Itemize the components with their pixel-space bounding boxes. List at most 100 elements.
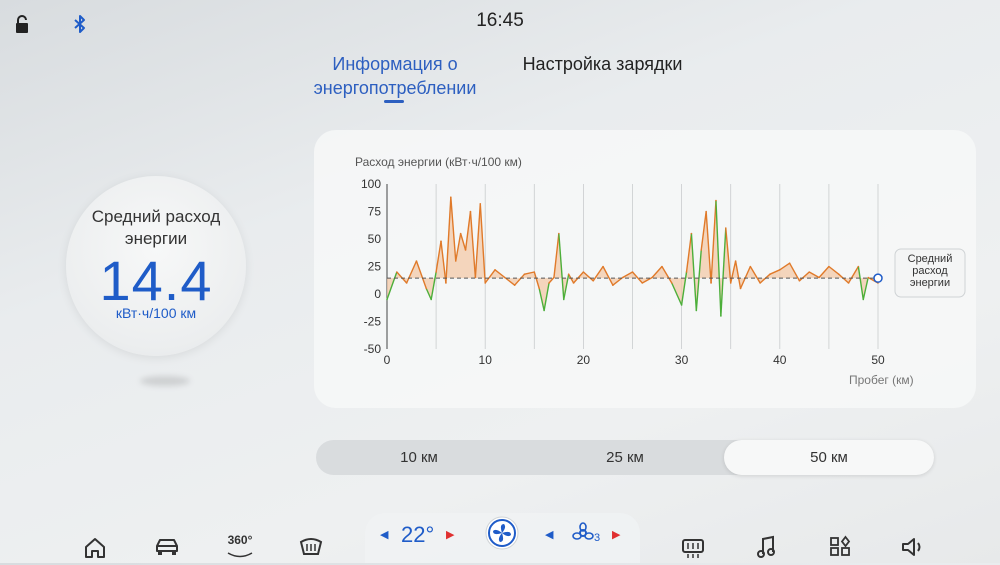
data-point <box>440 240 442 242</box>
active-tab-indicator <box>384 100 404 103</box>
data-point <box>670 282 673 284</box>
average-consumption-unit: кВт·ч/100 км <box>115 305 197 321</box>
data-point <box>602 265 604 268</box>
data-point <box>680 304 683 306</box>
data-point <box>494 269 496 271</box>
x-tick-label: 10 <box>479 353 493 367</box>
fan-increase-icon[interactable]: ▶ <box>612 528 620 541</box>
x-tick-label: 30 <box>675 353 689 367</box>
data-point <box>504 276 506 279</box>
fan-level-value: 3 <box>594 532 601 544</box>
average-marker <box>873 273 883 283</box>
home-icon[interactable] <box>84 534 106 560</box>
data-point <box>386 298 388 301</box>
fan-decrease-icon[interactable]: ◀ <box>545 528 553 541</box>
y-tick-label: 75 <box>368 205 382 219</box>
data-point <box>450 196 452 198</box>
y-tick-label: 100 <box>361 177 381 191</box>
y-tick-label: 50 <box>368 232 382 246</box>
temp-increase-icon[interactable]: ▶ <box>446 528 454 541</box>
data-point <box>567 273 570 275</box>
data-point <box>553 276 555 279</box>
average-callout: Средний расход энергии <box>894 248 966 298</box>
panel-shadow <box>140 376 190 386</box>
data-point <box>479 203 482 205</box>
rotate-icon <box>227 552 253 558</box>
data-point <box>582 271 585 273</box>
tab-charging-settings[interactable]: Настройка зарядки <box>520 52 685 76</box>
data-point <box>798 280 801 282</box>
x-tick-label: 0 <box>384 353 391 367</box>
data-point <box>538 287 541 290</box>
fan-speed-icon <box>572 522 594 540</box>
data-point <box>651 276 653 279</box>
x-tick-label: 40 <box>773 353 787 367</box>
data-point <box>690 232 693 235</box>
energy-consumption-chart: Расход энергии (кВт·ч/100 км) 1007550250… <box>355 155 966 387</box>
data-point <box>396 271 398 273</box>
data-point <box>739 287 742 290</box>
data-point <box>828 265 830 268</box>
camera-360-button[interactable]: 360° <box>224 533 256 561</box>
data-point <box>847 282 850 284</box>
data-point <box>484 282 486 284</box>
y-tick-label: -25 <box>364 315 382 329</box>
average-consumption-label: Средний расход энергии <box>91 207 221 248</box>
data-point <box>729 282 732 284</box>
volume-icon[interactable] <box>900 534 926 560</box>
data-point <box>548 282 550 284</box>
data-point <box>425 287 428 290</box>
data-point <box>543 309 545 312</box>
fan-button-icon[interactable] <box>485 516 519 550</box>
range-25km-button[interactable]: 25 км <box>522 440 728 475</box>
car-icon[interactable] <box>154 534 180 560</box>
data-point <box>724 227 727 229</box>
range-50km-button[interactable]: 50 км <box>724 440 934 475</box>
clock: 16:45 <box>476 10 524 31</box>
data-point <box>641 282 644 284</box>
temp-decrease-icon[interactable]: ◀ <box>380 528 388 541</box>
data-point <box>695 309 698 312</box>
average-consumption-value: 14.4 <box>99 249 213 312</box>
x-tick-label: 50 <box>871 353 885 367</box>
data-point <box>513 284 516 286</box>
average-callout-label: Средний расход энергии <box>907 253 953 289</box>
data-point <box>749 265 752 268</box>
x-axis-label: Пробег (км) <box>849 373 914 387</box>
data-point <box>459 232 462 235</box>
data-point <box>700 249 703 251</box>
data-point <box>558 232 560 235</box>
data-point <box>862 298 865 301</box>
data-point <box>788 262 791 264</box>
data-point <box>837 273 840 275</box>
data-point <box>454 260 457 262</box>
data-point <box>769 273 771 275</box>
data-point <box>715 199 717 202</box>
data-point <box>464 249 467 251</box>
data-point <box>710 282 712 284</box>
data-point <box>734 260 737 262</box>
data-point <box>435 271 437 273</box>
chart-title: Расход энергии (кВт·ч/100 км) <box>355 155 522 169</box>
range-10km-button[interactable]: 10 км <box>316 440 522 475</box>
temperature-value: 22° <box>401 522 435 547</box>
data-point <box>759 282 761 284</box>
data-point <box>867 276 869 279</box>
data-point <box>857 265 860 268</box>
data-point <box>808 271 811 273</box>
data-point <box>469 210 472 213</box>
data-point <box>631 271 634 273</box>
data-point <box>415 260 418 262</box>
data-point <box>818 276 820 279</box>
data-point <box>612 284 614 286</box>
rear-defrost-icon[interactable] <box>680 534 706 560</box>
data-point <box>445 282 447 284</box>
data-point <box>523 273 526 275</box>
tab-energy-info[interactable]: Информация о энергопотреблении <box>300 52 490 100</box>
apps-icon[interactable] <box>829 534 851 560</box>
x-tick-label: 20 <box>577 353 591 367</box>
windshield-defrost-icon[interactable] <box>298 534 324 560</box>
camera-360-label: 360° <box>227 533 253 547</box>
data-point <box>779 269 781 271</box>
music-icon[interactable] <box>756 534 776 560</box>
